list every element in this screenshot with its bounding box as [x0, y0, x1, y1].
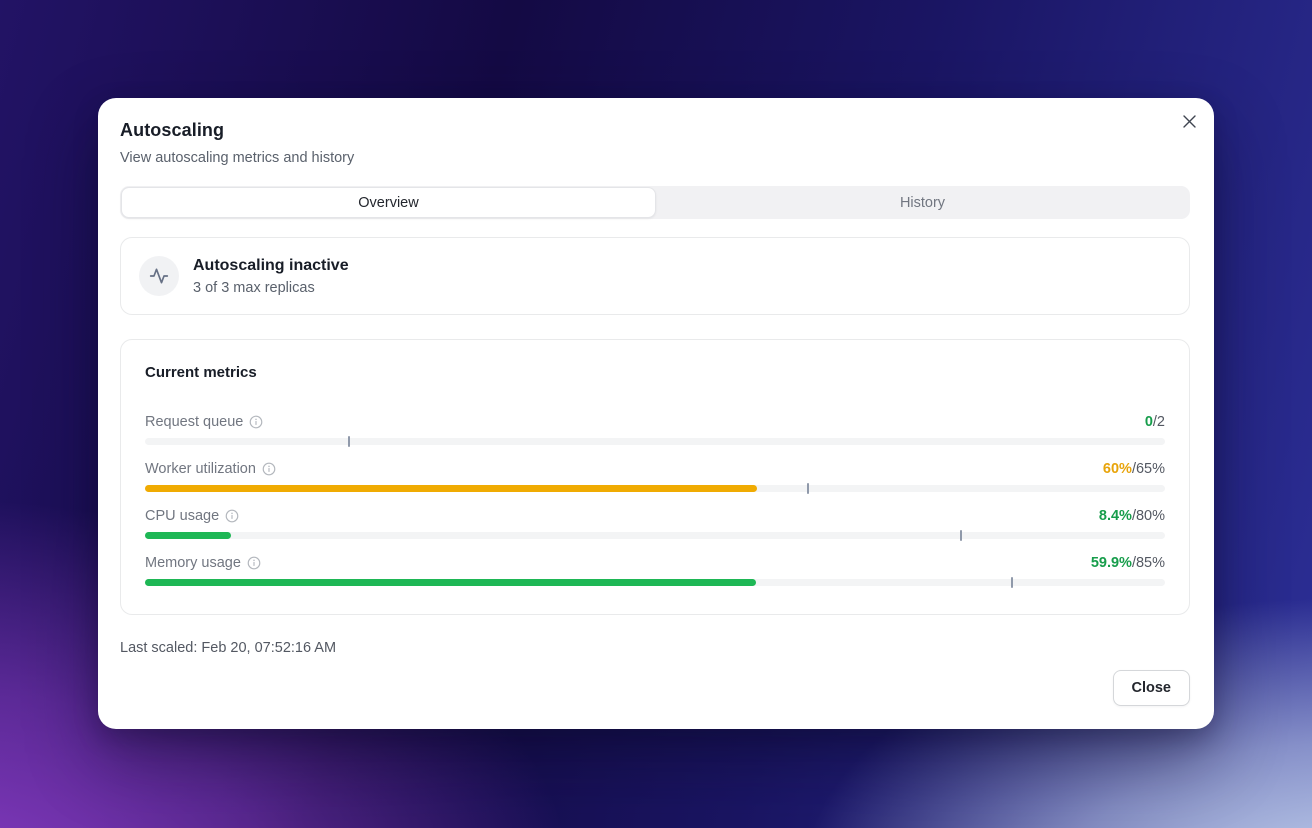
info-icon[interactable]	[262, 462, 276, 476]
metric-threshold-value: /80%	[1131, 508, 1165, 524]
status-subtitle: 3 of 3 max replicas	[193, 279, 315, 296]
metric-bar-fill	[145, 485, 757, 492]
status-title: Autoscaling inactive	[193, 256, 349, 274]
metric-progress-bar	[145, 483, 1165, 494]
metric-threshold-value: /2	[1152, 414, 1165, 430]
metric-threshold-value: /65%	[1131, 461, 1165, 477]
close-icon[interactable]	[1179, 111, 1199, 131]
metric-current-value: 0	[1144, 414, 1153, 430]
status-text-block: Autoscaling inactive 3 of 3 max replicas	[193, 257, 349, 296]
metric-row: Request queue 0/2	[145, 414, 1165, 447]
metric-row: CPU usage 8.4%/80%	[145, 508, 1165, 541]
metric-current-value: 8.4%	[1098, 508, 1132, 524]
metric-label: Memory usage	[145, 555, 241, 571]
autoscaling-modal: Autoscaling View autoscaling metrics and…	[98, 98, 1214, 729]
metric-progress-bar	[145, 577, 1165, 588]
metrics-card-title: Current metrics	[145, 364, 257, 381]
metric-threshold-tick	[1011, 577, 1013, 588]
info-icon[interactable]	[225, 509, 239, 523]
metric-threshold-tick	[348, 436, 350, 447]
metric-progress-bar	[145, 436, 1165, 447]
metric-label: CPU usage	[145, 508, 220, 524]
metric-row: Memory usage 59.9%/85%	[145, 555, 1165, 588]
modal-subtitle: View autoscaling metrics and history	[120, 150, 355, 166]
tab-history[interactable]: History	[656, 187, 1189, 218]
metric-threshold-value: /85%	[1131, 555, 1165, 571]
metric-current-value: 60%	[1102, 461, 1132, 477]
modal-footer: Close	[1112, 670, 1190, 706]
tab-bar: Overview History	[120, 186, 1190, 219]
current-metrics-card: Current metrics Request queue 0/2 Worker…	[120, 339, 1190, 615]
info-icon[interactable]	[249, 415, 263, 429]
metric-progress-bar	[145, 530, 1165, 541]
metric-value: 0/2	[1145, 414, 1165, 430]
tab-overview[interactable]: Overview	[121, 187, 656, 218]
metric-threshold-tick	[807, 483, 809, 494]
metric-bar-fill	[145, 532, 231, 539]
metric-value: 8.4%/80%	[1099, 508, 1165, 524]
metric-bar-fill	[145, 579, 756, 586]
metric-rows: Request queue 0/2 Worker utilization 60%…	[145, 414, 1165, 588]
close-button[interactable]: Close	[1112, 670, 1190, 706]
metric-value: 60%/65%	[1103, 461, 1165, 477]
metric-value: 59.9%/85%	[1091, 555, 1165, 571]
last-scaled-text: Last scaled: Feb 20, 07:52:16 AM	[120, 640, 337, 656]
metric-row: Worker utilization 60%/65%	[145, 461, 1165, 494]
modal-title: Autoscaling	[120, 120, 225, 140]
metric-threshold-tick	[960, 530, 962, 541]
info-icon[interactable]	[247, 556, 261, 570]
metric-current-value: 59.9%	[1090, 555, 1132, 571]
x-glyph	[1182, 114, 1196, 128]
activity-icon	[139, 256, 179, 296]
autoscaling-status-card: Autoscaling inactive 3 of 3 max replicas	[120, 237, 1190, 315]
metric-label: Request queue	[145, 414, 244, 430]
metric-label: Worker utilization	[145, 461, 256, 477]
